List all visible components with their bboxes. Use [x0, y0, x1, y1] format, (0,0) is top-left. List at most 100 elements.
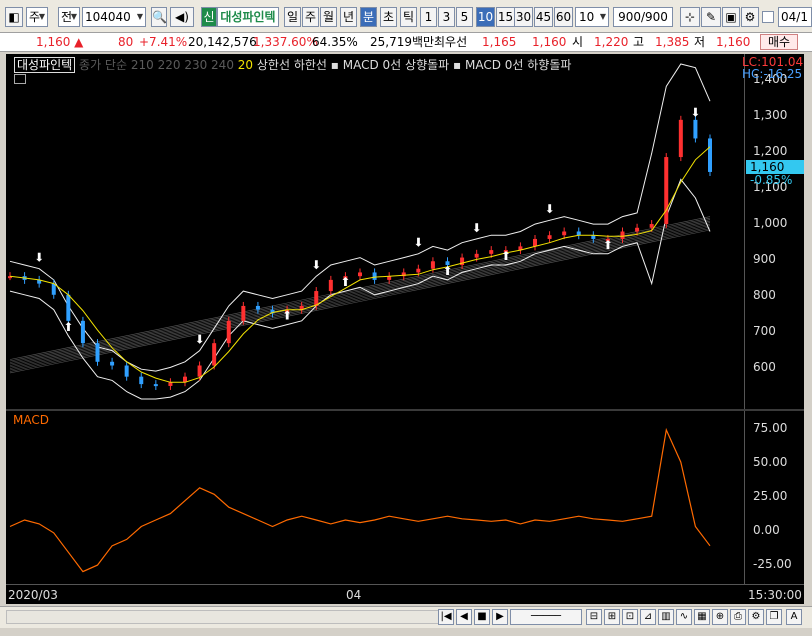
period-tab-5[interactable]: 초 [380, 7, 397, 27]
print-icon[interactable]: ⎙ [730, 609, 746, 625]
interval-tab-45[interactable]: 45 [534, 7, 553, 27]
quote-bar: 1,160 ▲ 80 +7.41% 20,142,576 1,337.60% 6… [0, 33, 812, 52]
interval-tab-60[interactable]: 60 [554, 7, 573, 27]
signal-down-arrow: ⬇ [472, 221, 482, 235]
candle-body [635, 227, 640, 232]
high-price: 1,385 [655, 35, 690, 49]
zoom-in-icon[interactable]: ⊞ [604, 609, 620, 625]
indicator-icon[interactable]: ∿ [676, 609, 692, 625]
window-menu-icon[interactable]: ◧ [5, 7, 23, 27]
candle-body [664, 157, 669, 225]
interval-tab-10[interactable]: 10 [476, 7, 495, 27]
candle-body [430, 261, 435, 269]
macd-pane[interactable]: MACD [6, 411, 744, 584]
count-display[interactable]: 900/900 [613, 7, 673, 27]
candle-body [562, 231, 567, 236]
interval-tab-1[interactable]: 1 [420, 7, 437, 27]
search-icon[interactable]: 🔍 [151, 7, 167, 27]
x-axis: 2020/03 04 15:30:00 [6, 584, 804, 604]
price-tick-2: 1,200 [753, 144, 788, 158]
candle-body [649, 224, 654, 228]
price-change: 80 [118, 35, 134, 49]
stock-code-input[interactable]: 104040 [82, 7, 146, 27]
best-ask: 1,165 [482, 35, 517, 49]
scroll-next-icon[interactable]: ▶ [492, 609, 508, 625]
grid-icon[interactable] [14, 74, 26, 84]
low-price: 1,160 [716, 35, 751, 49]
hc-label: HC:-16.25 [742, 67, 803, 81]
zoom-out-icon[interactable]: ⊟ [586, 609, 602, 625]
volume: 20,142,576 [188, 35, 257, 49]
split-icon[interactable]: ⊕ [712, 609, 728, 625]
scroll-track[interactable] [6, 610, 450, 624]
legend-stock[interactable]: 대성파인텍 [14, 57, 76, 73]
turnover: 64.35% [312, 35, 358, 49]
date-input[interactable]: 04/1 [778, 7, 812, 27]
period-tab-6[interactable]: 틱 [400, 7, 417, 27]
period-tab-3[interactable]: 년 [340, 7, 357, 27]
compare-icon[interactable]: ⊿ [640, 609, 656, 625]
period-tab-1[interactable]: 주 [302, 7, 319, 27]
candle-body [358, 272, 362, 277]
macd-line [9, 427, 711, 573]
x-axis-time: 15:30:00 [748, 588, 802, 602]
settings-icon[interactable]: ⚙ [748, 609, 764, 625]
macd-axis: 75.00 50.00 25.00 0.00 -25.00 [744, 411, 804, 584]
interval-tab-15[interactable]: 15 [496, 7, 515, 27]
candle-body [678, 119, 683, 158]
candle-body [547, 235, 552, 239]
ref-select[interactable]: 전 [58, 7, 80, 27]
font-icon[interactable]: A [786, 609, 802, 625]
crosshair-icon[interactable]: ⊹ [680, 7, 700, 27]
zoom-slider[interactable]: ───── [510, 609, 582, 625]
high-label: 고 [633, 35, 645, 49]
candle-body [576, 231, 581, 236]
price-pane[interactable]: ⬇ ⬆ ⬇ ⬆ ⬇ ⬆ ⬇ ⬆ ⬇ ⬆ ⬇ ⬆ ⬇ 대성파인텍 종가 단순 210 220 230 24… [6, 54, 744, 409]
candle-body [489, 250, 494, 254]
best-bid: 1,160 [532, 35, 567, 49]
legend-ma-230: 230 [184, 58, 208, 72]
legend-ma-240: 240 [211, 58, 234, 72]
period-tab-4[interactable]: 분 [360, 7, 377, 27]
candle-body [95, 343, 100, 362]
chart-toolbar: ◧ 주 전 104040 🔍 ◀) 신 대성파인텍 일주월년분초틱 135101… [0, 0, 812, 33]
candle-body [474, 253, 479, 258]
price-tick-7: 700 [753, 324, 776, 338]
gear-icon[interactable]: ⚙ [741, 7, 759, 27]
lower-band [9, 178, 711, 400]
current-price-tag: 1,160 [746, 160, 804, 174]
candle-body [372, 272, 377, 280]
legend-upper: 상한선 [256, 58, 291, 72]
interval-tab-5[interactable]: 5 [456, 7, 473, 27]
draw-tool-icon[interactable]: ✎ [701, 7, 721, 27]
speaker-icon[interactable]: ◀) [170, 7, 194, 27]
period-tab-0[interactable]: 일 [284, 7, 301, 27]
candle-body [693, 119, 698, 139]
candle-body [51, 283, 56, 295]
interval-input[interactable]: 10 [575, 7, 609, 27]
price-tick-1: 1,300 [753, 108, 788, 122]
buy-button[interactable]: 매수 [760, 34, 798, 50]
overlay-icon[interactable]: ▦ [694, 609, 710, 625]
chart-area[interactable]: ⬇ ⬆ ⬇ ⬆ ⬇ ⬆ ⬇ ⬆ ⬇ ⬆ ⬇ ⬆ ⬇ 대성파인텍 종가 단순 210 220 230 24… [6, 54, 804, 604]
candle-body [328, 279, 333, 292]
chart-type-icon[interactable]: ▥ [658, 609, 674, 625]
candle-body [168, 382, 173, 386]
zoom-fit-icon[interactable]: ⊡ [622, 609, 638, 625]
current-price: 1,160 ▲ [36, 35, 84, 49]
interval-tab-3[interactable]: 3 [438, 7, 455, 27]
save-icon[interactable]: ▣ [722, 7, 740, 27]
scroll-first-icon[interactable]: |◀ [438, 609, 454, 625]
scroll-prev-icon[interactable]: ◀ [456, 609, 472, 625]
date-checkbox[interactable] [762, 11, 774, 23]
candle-body [197, 365, 202, 377]
market-select[interactable]: 주 [26, 7, 48, 27]
interval-tab-30[interactable]: 30 [514, 7, 533, 27]
candle-body [80, 320, 85, 344]
trade-amount: 25,719백만 [370, 35, 435, 49]
candle-body [110, 361, 115, 366]
window-icon[interactable]: ❐ [766, 609, 782, 625]
period-tab-2[interactable]: 월 [320, 7, 337, 27]
candle-body [66, 294, 71, 321]
scroll-stop-icon[interactable]: ■ [474, 609, 490, 625]
